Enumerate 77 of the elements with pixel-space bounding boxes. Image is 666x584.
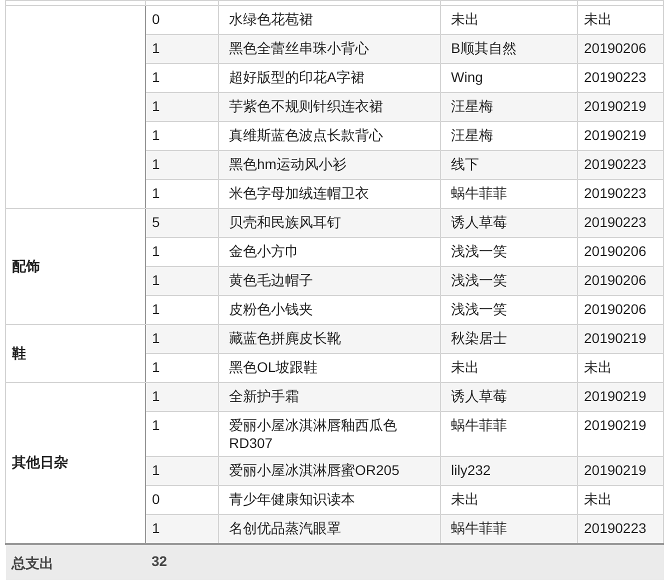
- quantity-text: 1: [152, 301, 160, 317]
- seller-name: B顺其自然: [451, 40, 516, 56]
- item-name: 全新护手霜: [229, 388, 299, 404]
- total-value: 32: [152, 552, 168, 568]
- quantity-text: 1: [152, 98, 160, 114]
- seller-name: 线下: [451, 156, 479, 172]
- item-name: 黑色hm运动风小衫: [229, 156, 346, 172]
- quantity-text: 1: [152, 243, 160, 259]
- quantity-text: 1: [152, 272, 160, 288]
- date-text: 20190219: [584, 462, 646, 478]
- item-name: 青少年健康知识读本: [229, 491, 355, 507]
- quantity-text: 5: [152, 214, 160, 230]
- date-text: 20190206: [584, 243, 646, 259]
- seller-name: 蜗牛菲菲: [451, 520, 507, 536]
- date-text: 未出: [584, 491, 612, 507]
- quantity-text: 1: [152, 462, 160, 478]
- item-name: 黄色毛边帽子: [229, 272, 313, 288]
- quantity-text: 0: [152, 491, 160, 507]
- category-label: 鞋: [12, 344, 26, 360]
- date-text: 20190223: [584, 69, 646, 85]
- seller-name: 未出: [451, 359, 479, 375]
- seller-name: Wing: [451, 69, 483, 85]
- seller-name: 诱人草莓: [451, 388, 507, 404]
- date-text: 20190223: [584, 520, 646, 536]
- item-name: 名创优品蒸汽眼罩: [229, 520, 341, 536]
- item-name: 藏蓝色拼麂皮长靴: [229, 330, 341, 346]
- date-text: 20190219: [584, 388, 646, 404]
- quantity-text: 1: [152, 127, 160, 143]
- seller-name: lily232: [451, 462, 491, 478]
- quantity-text: 1: [152, 388, 160, 404]
- item-name: 超好版型的印花A字裙: [229, 69, 364, 85]
- quantity-text: 1: [152, 330, 160, 346]
- item-name: 芋紫色不规则针织连衣裙: [229, 98, 383, 114]
- quantity-text: 1: [152, 359, 160, 375]
- date-text: 未出: [584, 359, 612, 375]
- seller-name: 汪星梅: [451, 98, 493, 114]
- date-text: 20190219: [584, 127, 646, 143]
- seller-name: 蜗牛菲菲: [451, 417, 507, 433]
- seller-name: 未出: [451, 491, 479, 507]
- quantity-text: 1: [152, 417, 160, 433]
- item-name: 贝壳和民族风耳钉: [229, 214, 341, 230]
- date-text: 20190206: [584, 272, 646, 288]
- seller-name: 诱人草莓: [451, 214, 507, 230]
- seller-name: 浅浅一笑: [451, 243, 507, 259]
- quantity-text: 0: [152, 11, 160, 27]
- date-text: 未出: [584, 11, 612, 27]
- quantity-text: 1: [152, 40, 160, 56]
- item-name: 爱丽小屋冰淇淋唇釉西瓜色RD307: [229, 417, 397, 451]
- seller-name: 蜗牛菲菲: [451, 185, 507, 201]
- quantity-text: 1: [152, 520, 160, 536]
- seller-name: 未出: [451, 11, 479, 27]
- item-name: 真维斯蓝色波点长款背心: [229, 127, 383, 143]
- date-text: 20190219: [584, 98, 646, 114]
- item-name: 水绿色花苞裙: [229, 11, 313, 27]
- seller-name: 浅浅一笑: [451, 272, 507, 288]
- seller-name: 浅浅一笑: [451, 301, 507, 317]
- category-label: 配饰: [12, 258, 40, 274]
- date-text: 20190206: [584, 301, 646, 317]
- date-text: 20190206: [584, 40, 646, 56]
- item-name: 金色小方巾: [229, 243, 299, 259]
- date-text: 20190219: [584, 417, 646, 433]
- quantity-text: 1: [152, 69, 160, 85]
- seller-name: 秋染居士: [451, 330, 507, 346]
- quantity-text: 1: [152, 156, 160, 172]
- quantity-text: 1: [152, 185, 160, 201]
- item-name: 皮粉色小钱夹: [229, 301, 313, 317]
- total-label: 总支出: [12, 554, 54, 570]
- item-name: 米色字母加绒连帽卫衣: [229, 185, 369, 201]
- date-text: 20190223: [584, 185, 646, 201]
- item-name: 爱丽小屋冰淇淋唇蜜OR205: [229, 462, 400, 478]
- item-name: 黑色全蕾丝串珠小背心: [229, 40, 369, 56]
- date-text: 20190223: [584, 214, 646, 230]
- category-label: 其他日杂: [12, 454, 68, 470]
- seller-name: 汪星梅: [451, 127, 493, 143]
- item-name: 黑色OL坡跟鞋: [229, 359, 318, 375]
- date-text: 20190223: [584, 156, 646, 172]
- date-text: 20190219: [584, 330, 646, 346]
